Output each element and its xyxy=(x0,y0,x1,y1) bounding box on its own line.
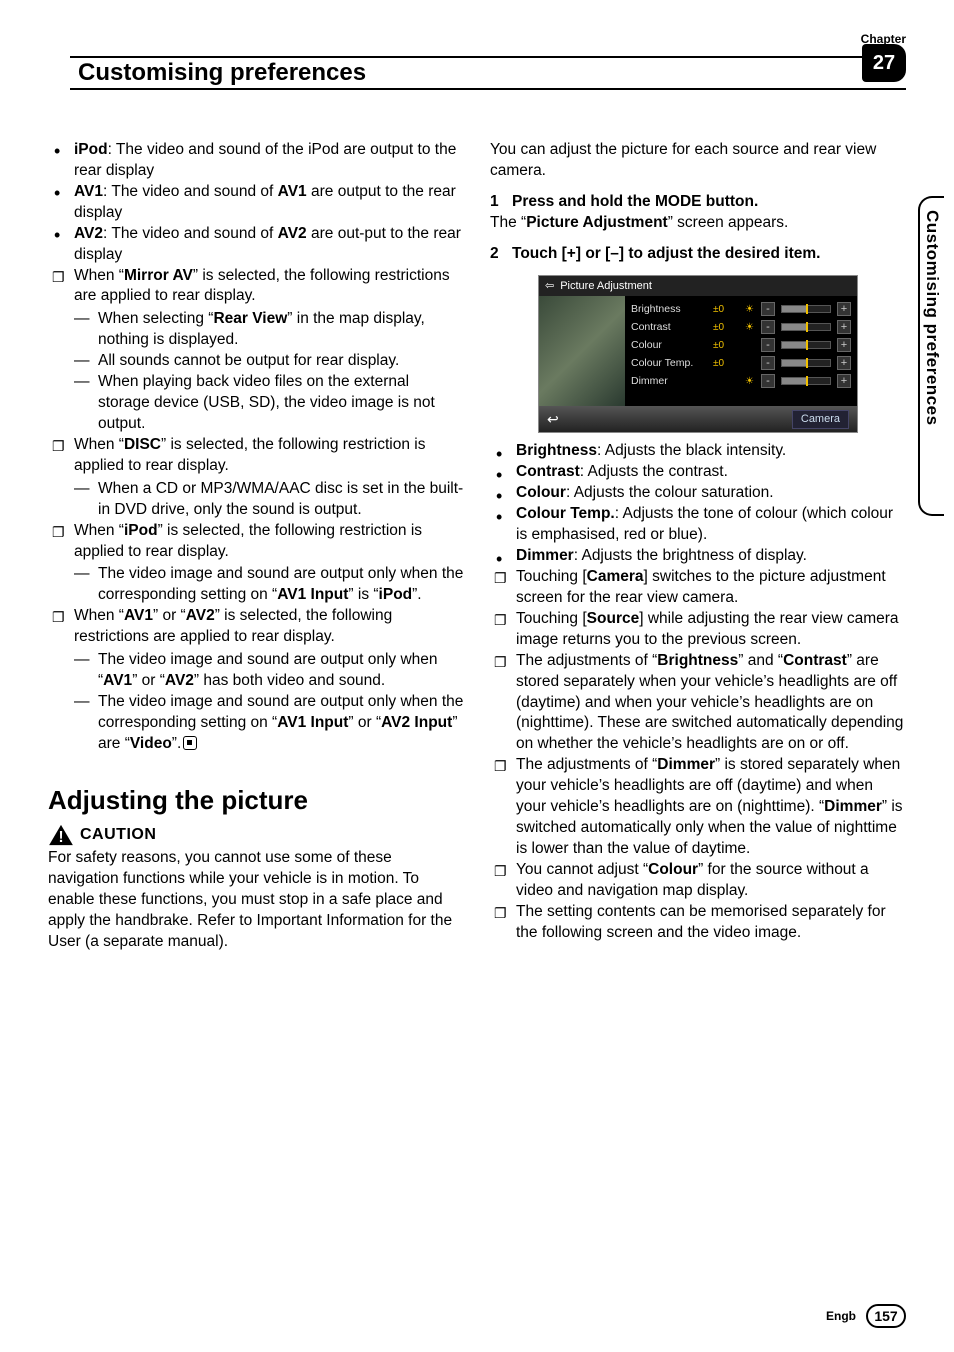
shot-row: Contrast±0☀-+ xyxy=(631,318,851,336)
list-item: iPod: The video and sound of the iPod ar… xyxy=(74,140,464,182)
plus-button[interactable]: + xyxy=(837,302,851,316)
list-item: AV1: The video and sound of AV1 are outp… xyxy=(74,182,464,224)
list-item: When playing back video files on the ext… xyxy=(98,372,464,435)
list-item: You cannot adjust “Colour” for the sourc… xyxy=(516,860,906,902)
caution-body: For safety reasons, you cannot use some … xyxy=(48,848,464,953)
plus-button[interactable]: + xyxy=(837,338,851,352)
list-item: The video image and sound are output onl… xyxy=(98,692,464,755)
page-footer: Engb 157 xyxy=(826,1304,906,1328)
back-button[interactable]: ↩ xyxy=(547,410,559,429)
back-icon: ⇦ xyxy=(545,279,554,294)
side-tab: Customising preferences xyxy=(918,196,944,516)
list-item: AV2: The video and sound of AV2 are out-… xyxy=(74,224,464,266)
page: Chapter Customising preferences 27 Custo… xyxy=(0,0,954,1352)
shot-controls: Brightness±0☀-+ Contrast±0☀-+ Colour±0-+… xyxy=(625,296,857,406)
step-1: 1Press and hold the MODE button. The “Pi… xyxy=(490,192,906,234)
list-item: Brightness: Adjusts the black intensity. xyxy=(516,441,906,462)
list-item: The video image and sound are output onl… xyxy=(98,650,464,692)
plus-button[interactable]: + xyxy=(837,374,851,388)
caution-row: ! CAUTION xyxy=(48,824,464,846)
page-title: Customising preferences xyxy=(70,59,366,87)
title-bar: Customising preferences xyxy=(70,56,906,90)
list-item: Dimmer: Adjusts the brightness of displa… xyxy=(516,546,906,567)
page-header: Chapter Customising preferences 27 xyxy=(48,46,906,92)
content-columns: iPod: The video and sound of the iPod ar… xyxy=(48,140,906,952)
list-item: Colour Temp.: Adjusts the tone of colour… xyxy=(516,504,906,546)
minus-button[interactable]: - xyxy=(761,302,775,316)
slider-bar[interactable] xyxy=(781,305,831,313)
side-tab-label: Customising preferences xyxy=(922,210,942,426)
svg-text:!: ! xyxy=(58,829,63,846)
plus-button[interactable]: + xyxy=(837,320,851,334)
list-item: The adjustments of “Dimmer” is stored se… xyxy=(516,755,906,860)
slider-bar[interactable] xyxy=(781,341,831,349)
shot-row: Dimmer☀-+ xyxy=(631,372,851,390)
caution-label: CAUTION xyxy=(80,824,156,846)
list-item: When “DISC” is selected, the following r… xyxy=(74,435,464,521)
right-column: You can adjust the picture for each sour… xyxy=(490,140,906,952)
page-number: 157 xyxy=(866,1304,906,1328)
list-item: When selecting “Rear View” in the map di… xyxy=(98,309,464,351)
list-item: All sounds cannot be output for rear dis… xyxy=(98,351,464,372)
end-section-icon xyxy=(183,736,197,750)
camera-button[interactable]: Camera xyxy=(792,410,849,429)
shot-row: Brightness±0☀-+ xyxy=(631,300,851,318)
slider-bar[interactable] xyxy=(781,377,831,385)
shot-title: Picture Adjustment xyxy=(560,279,652,294)
lang-label: Engb xyxy=(826,1309,856,1323)
shot-preview-image xyxy=(539,296,625,406)
slider-bar[interactable] xyxy=(781,359,831,367)
list-item: Touching [Camera] switches to the pictur… xyxy=(516,567,906,609)
list-item: When “AV1” or “AV2” is selected, the fol… xyxy=(74,606,464,754)
chapter-number-badge: 27 xyxy=(862,44,906,82)
list-item: Contrast: Adjusts the contrast. xyxy=(516,462,906,483)
list-item: The adjustments of “Brightness” and “Con… xyxy=(516,651,906,756)
section-heading: Adjusting the picture xyxy=(48,783,464,818)
plus-button[interactable]: + xyxy=(837,356,851,370)
list-item: Touching [Source] while adjusting the re… xyxy=(516,609,906,651)
left-column: iPod: The video and sound of the iPod ar… xyxy=(48,140,464,952)
list-item: The setting contents can be memorised se… xyxy=(516,902,906,944)
shot-row: Colour±0-+ xyxy=(631,336,851,354)
minus-button[interactable]: - xyxy=(761,320,775,334)
intro-text: You can adjust the picture for each sour… xyxy=(490,140,906,182)
list-item: When “iPod” is selected, the following r… xyxy=(74,521,464,607)
picture-adjustment-screenshot: ⇦Picture Adjustment Brightness±0☀-+ Cont… xyxy=(538,275,858,434)
list-item: When “Mirror AV” is selected, the follow… xyxy=(74,266,464,435)
minus-button[interactable]: - xyxy=(761,374,775,388)
minus-button[interactable]: - xyxy=(761,356,775,370)
list-item: The video image and sound are output onl… xyxy=(98,564,464,606)
slider-bar[interactable] xyxy=(781,323,831,331)
shot-row: Colour Temp.±0-+ xyxy=(631,354,851,372)
list-item: Colour: Adjusts the colour saturation. xyxy=(516,483,906,504)
minus-button[interactable]: - xyxy=(761,338,775,352)
step-2: 2Touch [+] or [–] to adjust the desired … xyxy=(490,244,906,265)
list-item: When a CD or MP3/WMA/AAC disc is set in … xyxy=(98,479,464,521)
warning-icon: ! xyxy=(48,824,74,846)
